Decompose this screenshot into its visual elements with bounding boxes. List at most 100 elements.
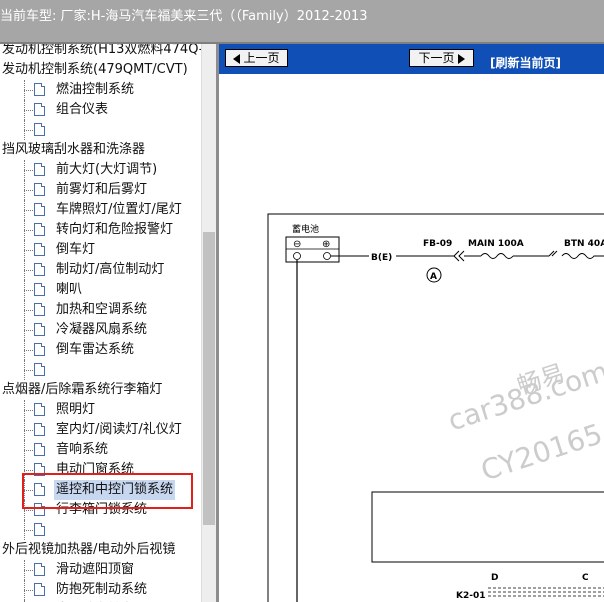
- current-model-label: 当前车型: 厂家:H-海马汽车福美来三代（（Family）2012-2013: [0, 9, 368, 24]
- tree-connector: [24, 80, 34, 100]
- prev-page-button[interactable]: 上一页: [225, 49, 288, 67]
- tree-category[interactable]: 发动机控制系统(H13双燃料474Q-: [2, 44, 201, 60]
- tree-item[interactable]: 组合仪表: [0, 100, 200, 120]
- tree-item[interactable]: 加热和空调系统: [0, 300, 200, 320]
- document-icon: [34, 443, 45, 456]
- scrollbar-thumb[interactable]: [203, 232, 215, 525]
- tree-connector: [24, 220, 34, 240]
- tree-item[interactable]: 车牌照灯/位置灯/尾灯: [0, 200, 200, 220]
- connector-be-label: B(E): [371, 253, 392, 263]
- connector-k2-pins: [488, 587, 604, 597]
- document-icon: [34, 243, 45, 256]
- tree-category[interactable]: 外后视镜加热器/电动外后视镜: [2, 540, 175, 560]
- tree-item[interactable]: [0, 520, 200, 540]
- connector-k2-label: K2-01: [456, 591, 486, 601]
- tree-item-label: 音响系统: [56, 442, 109, 457]
- page-nav-bar: 上一页 下一页 [刷新当前页]: [219, 44, 604, 74]
- document-icon: [34, 363, 45, 376]
- document-icon: [34, 183, 45, 196]
- tree-connector: [24, 340, 34, 360]
- tree-category[interactable]: 挡风玻璃刮水器和洗涤器: [2, 140, 145, 160]
- wire-break-mark: [548, 250, 558, 257]
- tree-item-label: 加热和空调系统: [56, 302, 148, 317]
- tree-item-label: 燃油控制系统: [56, 82, 135, 97]
- tree-item[interactable]: 防抱死制动系统: [0, 580, 200, 600]
- header-bar: 当前车型: 厂家:H-海马汽车福美来三代（（Family）2012-2013: [0, 0, 604, 44]
- tree-item[interactable]: 前雾灯和后雾灯: [0, 180, 200, 200]
- next-page-button[interactable]: 下一页: [409, 49, 474, 67]
- connector-chevron: [453, 250, 465, 262]
- tree-item[interactable]: [0, 360, 200, 380]
- tree-connector: [24, 400, 34, 420]
- document-icon: [34, 423, 45, 436]
- arrow-right-icon: [457, 53, 465, 64]
- tree-connector: [24, 360, 34, 380]
- document-icon: [34, 343, 45, 356]
- document-icon: [34, 123, 45, 136]
- fuse-btn-symbol: [561, 253, 604, 259]
- document-icon: [34, 263, 45, 276]
- tree-item[interactable]: [0, 120, 200, 140]
- tree-connector: [24, 320, 34, 340]
- tree-item[interactable]: 燃油控制系统: [0, 80, 200, 100]
- tree-item-label: 室内灯/阅读灯/礼仪灯: [56, 422, 182, 437]
- tree-item-label: 倒车雷达系统: [56, 342, 135, 357]
- document-icon: [34, 283, 45, 296]
- tree-category[interactable]: 点烟器/后除霜系统行李箱灯: [2, 380, 162, 400]
- tree-item[interactable]: 倒车雷达系统: [0, 340, 200, 360]
- tree-connector: [24, 200, 34, 220]
- tree-item[interactable]: 制动灯/高位制动灯: [0, 260, 200, 280]
- tree-category[interactable]: 发动机控制系统(479QMT/CVT): [2, 60, 188, 80]
- document-icon: [34, 203, 45, 216]
- tree-connector: [24, 420, 34, 440]
- battery-minus-icon: ⊖: [293, 239, 301, 250]
- tree-item[interactable]: 喇叭: [0, 280, 200, 300]
- document-icon: [34, 223, 45, 236]
- document-icon: [34, 83, 45, 96]
- module-box: [371, 491, 604, 563]
- tree-item[interactable]: 照明灯: [0, 400, 200, 420]
- tree-connector: [24, 180, 34, 200]
- tree-item[interactable]: 倒车灯: [0, 240, 200, 260]
- battery-terminal-neg: [293, 252, 301, 260]
- tree-item-label: 组合仪表: [56, 102, 109, 117]
- battery-terminal-pos: [323, 252, 331, 260]
- tree-item[interactable]: 转向灯和危险报警灯: [0, 220, 200, 240]
- tree-item-label: 防抱死制动系统: [56, 582, 148, 597]
- battery-plus-icon: ⊕: [322, 239, 330, 250]
- document-icon: [34, 583, 45, 596]
- document-icon: [34, 523, 45, 536]
- tree-item-label: 制动灯/高位制动灯: [56, 262, 165, 277]
- wiring-diagram-svg: 蓄电池 ⊖ ⊕ B(E) FB-09 A MAIN 100A BTN 40A D…: [267, 213, 604, 602]
- tree-item[interactable]: 室内灯/阅读灯/礼仪灯: [0, 420, 200, 440]
- document-icon: [34, 403, 45, 416]
- tree-connector: [24, 120, 34, 140]
- fuse-btn-label: BTN 40A: [564, 239, 604, 249]
- arrow-left-icon: [233, 53, 241, 64]
- document-icon: [34, 563, 45, 576]
- tree-item[interactable]: 前大灯(大灯调节): [0, 160, 200, 180]
- tree-connector: [24, 440, 34, 460]
- fuse-main-label: MAIN 100A: [468, 239, 524, 249]
- tree-item-label: 冷凝器风扇系统: [56, 322, 148, 337]
- tree-item[interactable]: 滑动遮阳顶窗: [0, 560, 200, 580]
- tree-item[interactable]: 冷凝器风扇系统: [0, 320, 200, 340]
- refresh-page-link[interactable]: [刷新当前页]: [490, 54, 561, 71]
- tree-connector: [24, 280, 34, 300]
- tree-item-label: 照明灯: [56, 402, 96, 417]
- tree-item[interactable]: 音响系统: [0, 440, 200, 460]
- tree-connector: [24, 160, 34, 180]
- battery-label: 蓄电池: [292, 223, 319, 235]
- tree-item-label: 转向灯和危险报警灯: [56, 222, 174, 237]
- tree-connector: [24, 520, 34, 540]
- tree-item-label: 喇叭: [56, 282, 83, 297]
- terminal-c-label: C: [582, 573, 589, 583]
- tree-connector: [24, 580, 34, 600]
- tree-item-label: 前大灯(大灯调节): [56, 162, 158, 177]
- tree-scrollbar[interactable]: [201, 44, 216, 602]
- tree-item-label: 车牌照灯/位置灯/尾灯: [56, 202, 182, 217]
- next-page-label: 下一页: [418, 51, 455, 65]
- tree-connector: [24, 100, 34, 120]
- diagram-viewer: 上一页 下一页 [刷新当前页] 蓄电池 ⊖ ⊕ B(E) FB-09 A MAI…: [219, 44, 604, 602]
- circle-a-label: A: [430, 272, 437, 282]
